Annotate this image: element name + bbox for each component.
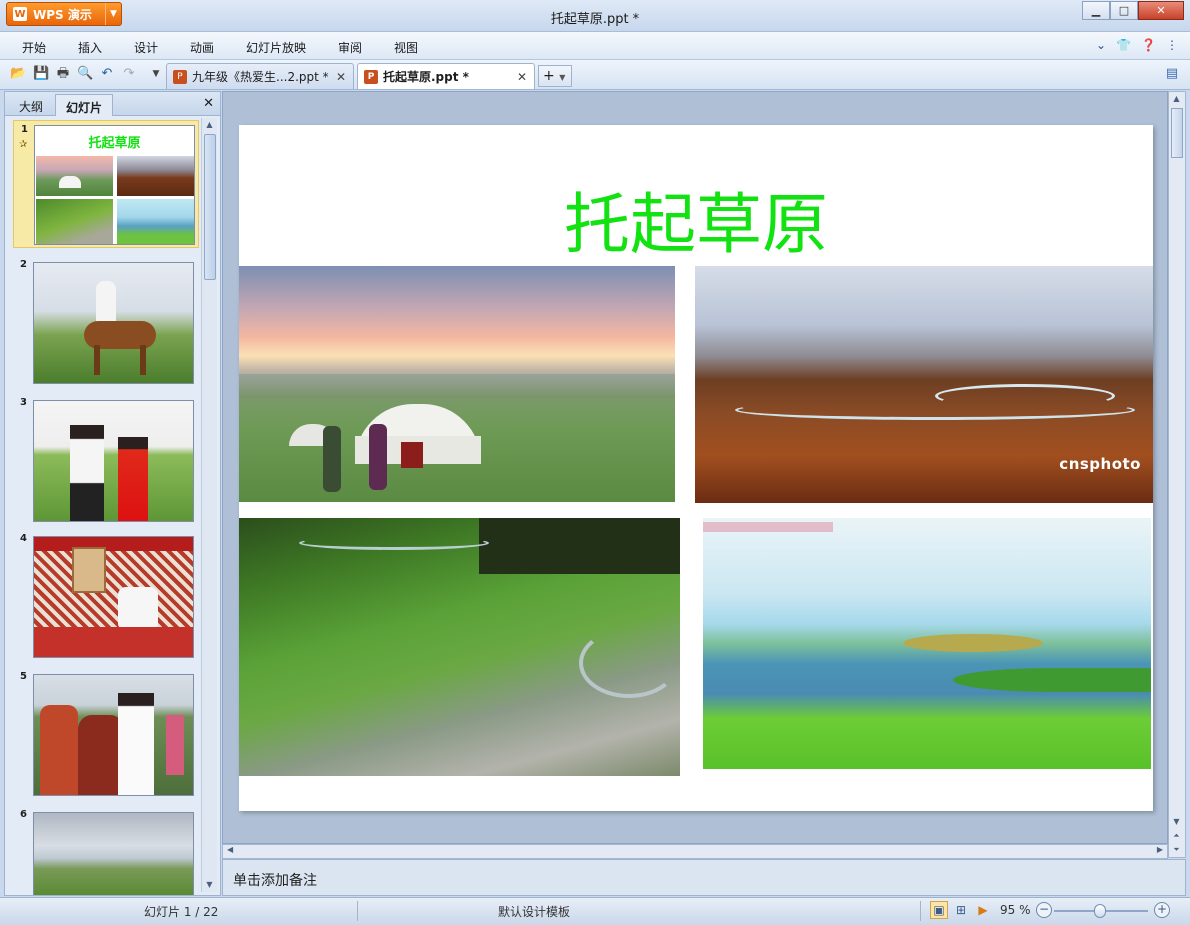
tab-document-1[interactable]: P 九年级《热爱生...2.ppt * ✕ [166, 63, 354, 89]
notes-pane[interactable]: 单击添加备注 [222, 859, 1186, 896]
slide-thumbnail-5[interactable]: 5 [13, 668, 199, 796]
new-tab-button[interactable]: + ▼ [538, 65, 572, 87]
slide-number: 5 [20, 671, 27, 682]
scroll-right-icon[interactable]: ▶ [1157, 845, 1163, 854]
photo-watermark: cnsphoto [1059, 455, 1141, 473]
slide-editing-area: 托起草原 cnsphoto [222, 91, 1168, 844]
slide-preview [33, 536, 194, 658]
scroll-up-icon[interactable]: ▲ [202, 118, 217, 132]
menu-review[interactable]: 审阅 [338, 39, 362, 56]
scroll-down-icon[interactable]: ▼ [1169, 815, 1184, 829]
menu-insert[interactable]: 插入 [78, 39, 102, 56]
slide-thumbnail-4[interactable]: 4 [13, 530, 199, 658]
redo-icon[interactable]: ↷ [121, 66, 137, 82]
ppt-file-icon: P [173, 69, 187, 84]
menu-slideshow[interactable]: 幻灯片放映 [246, 39, 306, 56]
slide-counter: 幻灯片 1 / 22 [144, 905, 219, 919]
close-tab-icon[interactable]: ✕ [336, 70, 346, 84]
scroll-down-icon[interactable]: ▼ [202, 878, 217, 892]
quick-toolbar: 📂 💾 🖶 🔍 ↶ ↷ ▼ P 九年级《热爱生...2.ppt * ✕ P 托起… [0, 60, 1190, 90]
zoom-slider-handle[interactable] [1094, 904, 1106, 918]
print-icon[interactable]: 🖶 [55, 66, 71, 82]
slides-pane: 大纲 幻灯片 ✕ 1 ✰ 托起草原 2 3 4 5 6 ▲ ▼ [4, 91, 221, 896]
zoom-in-button[interactable]: + [1154, 902, 1170, 918]
pane-toggle-icon[interactable]: ▤ [1164, 66, 1180, 82]
slide-preview [33, 812, 194, 895]
ppt-file-icon: P [364, 69, 378, 84]
thumbnail-title: 托起草原 [88, 136, 141, 151]
skin-icon[interactable]: 👕 [1116, 38, 1131, 52]
normal-view-icon[interactable]: ▣ [930, 901, 948, 919]
close-button[interactable]: ✕ [1138, 1, 1184, 20]
zoom-out-button[interactable]: − [1036, 902, 1052, 918]
tab-document-2[interactable]: P 托起草原.ppt * ✕ [357, 63, 535, 89]
plus-icon: + [543, 68, 555, 84]
slide-title[interactable]: 托起草原 [239, 171, 1153, 267]
photo-river-canyon[interactable]: cnsphoto [695, 266, 1153, 503]
slide-preview: 托起草原 [34, 125, 195, 245]
design-template-name: 默认设计模板 [498, 905, 571, 919]
slide-sorter-icon[interactable]: ⊞ [952, 901, 970, 919]
close-pane-icon[interactable]: ✕ [203, 96, 214, 111]
slide-thumbnail-1[interactable]: 1 ✰ 托起草原 [13, 120, 199, 248]
slides-scrollbar[interactable]: ▲ ▼ [201, 118, 217, 892]
photo-river-meadow[interactable] [703, 518, 1151, 769]
next-slide-icon[interactable]: ⏷ [1169, 843, 1184, 857]
menu-home[interactable]: 开始 [22, 39, 46, 56]
print-preview-icon[interactable]: 🔍 [77, 66, 93, 82]
maximize-button[interactable]: □ [1110, 1, 1138, 20]
tab-outline[interactable]: 大纲 [9, 94, 53, 116]
open-icon[interactable]: 📂 [10, 66, 26, 82]
scroll-up-icon[interactable]: ▲ [1169, 92, 1184, 106]
slide-thumbnail-6[interactable]: 6 [13, 806, 199, 895]
tab-label: 托起草原.ppt * [383, 70, 469, 84]
collapse-ribbon-icon[interactable]: ⌄ [1096, 38, 1106, 52]
customize-icon[interactable]: ▼ [148, 66, 164, 82]
slide-vertical-scrollbar[interactable]: ▲ ▼ ⏶ ⏷ [1168, 91, 1186, 858]
menu-design[interactable]: 设计 [134, 39, 158, 56]
scrollbar-thumb[interactable] [204, 134, 216, 280]
more-icon[interactable]: ⋮ [1166, 38, 1178, 52]
menu-animation[interactable]: 动画 [190, 39, 214, 56]
save-icon[interactable]: 💾 [33, 66, 49, 82]
slide-number: 2 [20, 259, 27, 270]
slideshow-icon[interactable]: ▶ [974, 901, 992, 919]
slide-number: 1 [21, 124, 28, 135]
photo-sheep-grassland[interactable] [239, 518, 680, 776]
slide-horizontal-scrollbar[interactable]: ◀ ▶ [222, 844, 1168, 859]
previous-slide-icon[interactable]: ⏶ [1169, 829, 1184, 843]
undo-icon[interactable]: ↶ [99, 66, 115, 82]
close-tab-icon[interactable]: ✕ [517, 70, 527, 84]
animation-star-icon: ✰ [19, 139, 28, 150]
slide-number: 3 [20, 397, 27, 408]
slide-preview [33, 400, 194, 522]
scroll-left-icon[interactable]: ◀ [227, 845, 233, 854]
slide-number: 4 [20, 533, 27, 544]
status-bar: 幻灯片 1 / 22 默认设计模板 ▣ ⊞ ▶ 95 % − + [0, 897, 1190, 925]
slide-preview [33, 262, 194, 384]
minimize-button[interactable]: ▁ [1082, 1, 1110, 20]
scrollbar-thumb[interactable] [1171, 108, 1183, 158]
tab-label: 九年级《热爱生...2.ppt * [192, 70, 329, 84]
slide-preview [33, 674, 194, 796]
chevron-down-icon[interactable]: ▼ [559, 73, 565, 82]
zoom-level: 95 % [1000, 903, 1031, 917]
slide-thumbnail-2[interactable]: 2 [13, 256, 199, 384]
tab-slides[interactable]: 幻灯片 [55, 94, 114, 116]
photo-yurt-sunset[interactable] [239, 266, 675, 502]
current-slide[interactable]: 托起草原 cnsphoto [239, 125, 1153, 811]
slide-thumbnail-3[interactable]: 3 [13, 394, 199, 522]
title-bar: W WPS 演示 ▼ 托起草原.ppt * ▁ □ ✕ [0, 0, 1190, 32]
menu-bar: 开始 插入 设计 动画 幻灯片放映 审阅 视图 ⌄ 👕 ❓ ⋮ [0, 32, 1190, 60]
notes-placeholder: 单击添加备注 [233, 873, 317, 889]
window-title: 托起草原.ppt * [550, 12, 640, 27]
help-icon[interactable]: ❓ [1141, 38, 1156, 52]
menu-view[interactable]: 视图 [394, 39, 418, 56]
slide-number: 6 [20, 809, 27, 820]
